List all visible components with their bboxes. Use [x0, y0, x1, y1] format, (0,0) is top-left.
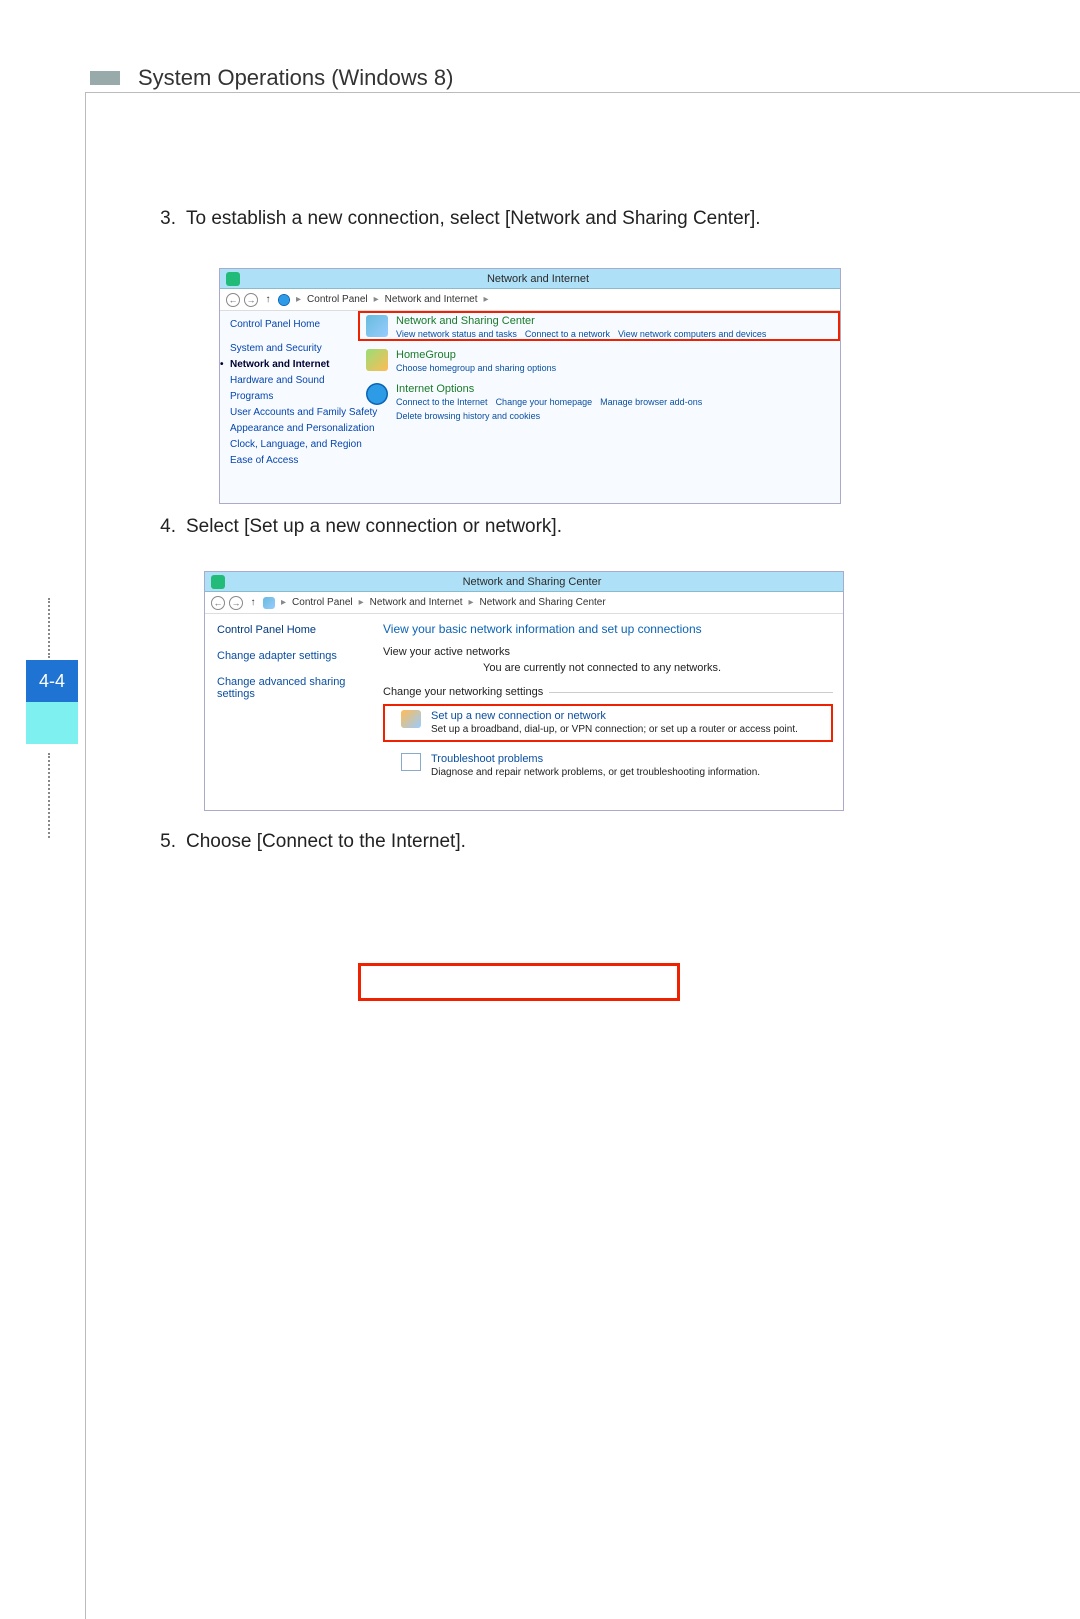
option-title: Set up a new connection or network — [431, 710, 798, 722]
sidebar-item[interactable]: Hardware and Sound — [230, 375, 350, 386]
step-5: 5. Choose [Connect to the Internet]. — [144, 828, 960, 857]
breadcrumb-level1[interactable]: Network and Internet — [370, 597, 463, 608]
step-5-text: Choose [Connect to the Internet]. — [186, 828, 960, 857]
category-link[interactable]: Connect to the Internet — [396, 397, 488, 407]
globe-icon — [278, 294, 290, 306]
back-button[interactable]: ← — [226, 293, 240, 307]
back-button[interactable]: ← — [211, 596, 225, 610]
page-header: System Operations (Windows 8) — [90, 65, 1010, 91]
page-title: System Operations (Windows 8) — [138, 65, 453, 91]
sidebar-home[interactable]: Control Panel Home — [230, 319, 350, 330]
window-titlebar: Network and Sharing Center — [205, 572, 843, 592]
category-link[interactable]: View network computers and devices — [618, 329, 766, 339]
breadcrumb-sep: ▸ — [481, 294, 490, 305]
category-link[interactable]: Delete browsing history and cookies — [396, 411, 540, 421]
step-4-number: 4. — [144, 513, 186, 542]
step-3-text: To establish a new connection, select [N… — [186, 205, 960, 234]
network-icon — [263, 597, 275, 609]
dotted-line — [48, 598, 50, 658]
network-sharing-icon — [211, 575, 225, 589]
page-badge-accent — [26, 702, 78, 744]
page-number: 4-4 — [39, 671, 65, 692]
sidebar-item[interactable]: System and Security — [230, 343, 350, 354]
homegroup-icon — [366, 349, 388, 371]
breadcrumb-level1[interactable]: Network and Internet — [385, 294, 478, 305]
category-link[interactable]: Change your homepage — [496, 397, 593, 407]
divider — [549, 692, 833, 693]
sidebar-item-current[interactable]: Network and Internet — [230, 359, 350, 370]
not-connected-text: You are currently not connected to any n… — [383, 662, 833, 674]
category-homegroup[interactable]: HomeGroup Choose homegroup and sharing o… — [366, 349, 834, 373]
breadcrumb-sep: ▸ — [372, 294, 381, 305]
option-desc: Diagnose and repair network problems, or… — [431, 767, 760, 778]
network-sharing-icon — [366, 315, 388, 337]
forward-button[interactable]: → — [244, 293, 258, 307]
screenshot-network-sharing-center: Network and Sharing Center ← → ↑ ▸ Contr… — [204, 571, 844, 811]
forward-button[interactable]: → — [229, 596, 243, 610]
breadcrumb-sep: ▸ — [294, 294, 303, 305]
window-titlebar: Network and Internet — [220, 269, 840, 289]
sidebar-link-advanced-sharing[interactable]: Change advanced sharing settings — [217, 676, 361, 700]
step-5-number: 5. — [144, 828, 186, 857]
category-link[interactable]: Manage browser add-ons — [600, 397, 702, 407]
breadcrumb-root[interactable]: Control Panel — [307, 294, 368, 305]
sidebar-home[interactable]: Control Panel Home — [217, 624, 361, 636]
step-4-text: Select [Set up a new connection or netwo… — [186, 513, 960, 542]
category-internet-options[interactable]: Internet Options Connect to the Internet… — [366, 383, 834, 421]
highlight-connect-to-internet — [358, 963, 680, 1001]
category-title: HomeGroup — [396, 349, 834, 361]
address-bar: ← → ↑ ▸ Control Panel ▸ Network and Inte… — [205, 592, 843, 614]
address-bar: ← → ↑ ▸ Control Panel ▸ Network and Inte… — [220, 289, 840, 311]
control-panel-main: Network and Sharing Center View network … — [360, 311, 840, 503]
up-arrow-icon[interactable]: ↑ — [262, 294, 274, 305]
step-3: 3. To establish a new connection, select… — [144, 205, 960, 234]
category-link[interactable]: View network status and tasks — [396, 329, 517, 339]
breadcrumb-sep: ▸ — [357, 597, 366, 608]
header-marker — [90, 71, 120, 85]
main-heading: View your basic network information and … — [383, 622, 833, 636]
option-setup-connection[interactable]: Set up a new connection or network Set u… — [383, 706, 833, 739]
sharing-center-sidebar: Control Panel Home Change adapter settin… — [205, 614, 373, 810]
content-frame: 3. To establish a new connection, select… — [85, 92, 1080, 1619]
sidebar-item[interactable]: Programs — [230, 391, 350, 402]
network-icon — [226, 272, 240, 286]
category-title: Internet Options — [396, 383, 834, 395]
sharing-center-main: View your basic network information and … — [373, 614, 843, 810]
sidebar-item[interactable]: Clock, Language, and Region — [230, 439, 350, 450]
control-panel-sidebar: Control Panel Home System and Security N… — [220, 311, 360, 503]
category-link[interactable]: Choose homegroup and sharing options — [396, 363, 556, 373]
option-title: Troubleshoot problems — [431, 753, 760, 765]
option-desc: Set up a broadband, dial-up, or VPN conn… — [431, 724, 798, 735]
dotted-line — [48, 753, 50, 838]
option-troubleshoot[interactable]: Troubleshoot problems Diagnose and repai… — [383, 749, 833, 782]
breadcrumb-root[interactable]: Control Panel — [292, 597, 353, 608]
sidebar-link-adapter[interactable]: Change adapter settings — [217, 650, 361, 662]
active-networks-label: View your active networks — [383, 646, 833, 658]
category-link[interactable]: Connect to a network — [525, 329, 610, 339]
wizard-icon — [401, 710, 421, 728]
category-network-sharing[interactable]: Network and Sharing Center View network … — [366, 315, 834, 339]
change-networking-label: Change your networking settings — [383, 686, 543, 698]
screenshot-network-and-internet: Network and Internet ← → ↑ ▸ Control Pan… — [219, 268, 841, 504]
troubleshoot-icon — [401, 753, 421, 771]
sidebar-item[interactable]: Ease of Access — [230, 455, 350, 466]
sidebar-item[interactable]: User Accounts and Family Safety — [230, 407, 350, 418]
step-4: 4. Select [Set up a new connection or ne… — [144, 513, 960, 542]
step-3-number: 3. — [144, 205, 186, 234]
breadcrumb-sep: ▸ — [466, 597, 475, 608]
window-title: Network and Sharing Center — [231, 576, 833, 588]
window-title: Network and Internet — [246, 273, 830, 285]
internet-options-icon — [366, 383, 388, 405]
sidebar-item[interactable]: Appearance and Personalization — [230, 423, 350, 434]
breadcrumb-level2[interactable]: Network and Sharing Center — [480, 597, 606, 608]
page-number-badge: 4-4 — [26, 660, 78, 702]
category-title: Network and Sharing Center — [396, 315, 834, 327]
breadcrumb-sep: ▸ — [279, 597, 288, 608]
up-arrow-icon[interactable]: ↑ — [247, 597, 259, 608]
